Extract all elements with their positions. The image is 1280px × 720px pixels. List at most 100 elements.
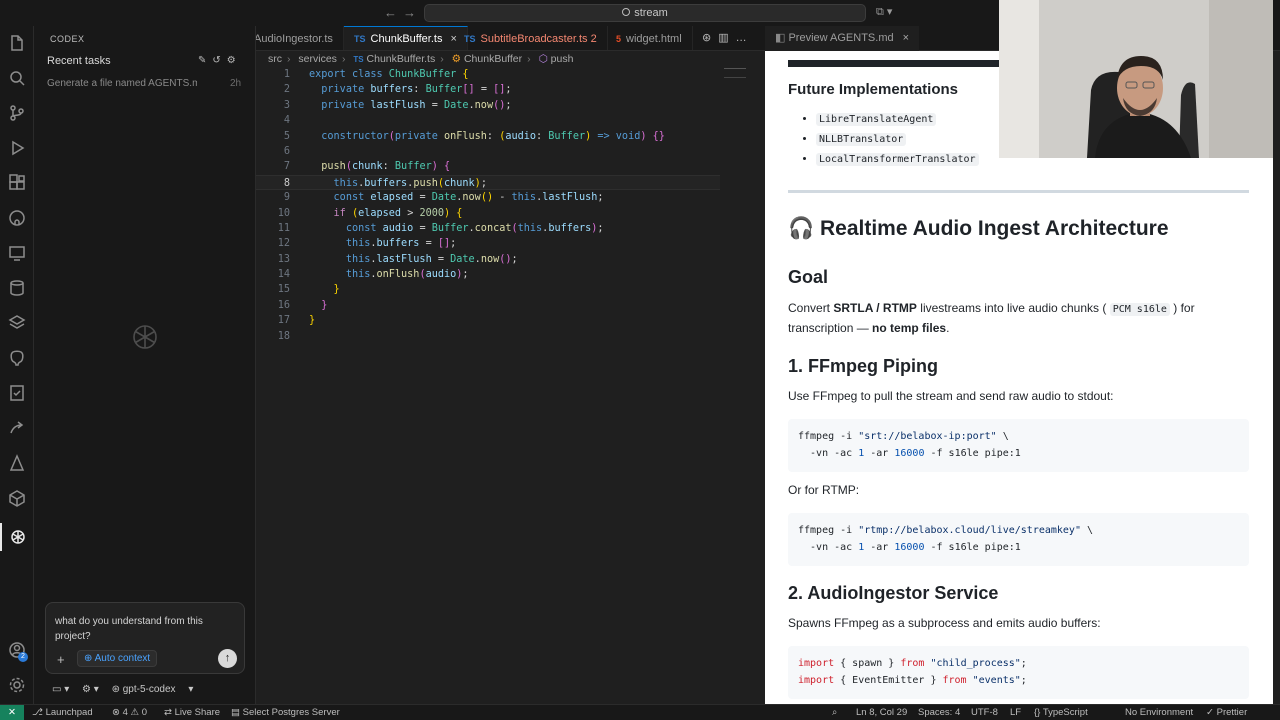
code-line: 2 private buffers: Buffer[] = []; <box>283 84 512 96</box>
recent-tasks-title: Recent tasks <box>47 55 111 67</box>
list-item: NLLBTranslator <box>816 131 979 148</box>
environment-item[interactable]: No Environment <box>1125 707 1193 718</box>
explorer-icon[interactable] <box>0 29 34 57</box>
audioingestor-paragraph: Spawns FFmpeg as a subprocess and emits … <box>788 616 1101 630</box>
code-line: 14 this.onFlush(audio); <box>277 269 469 281</box>
chat-input-box[interactable]: what do you understand from this project… <box>45 602 245 674</box>
settings-icon[interactable]: ⚙ <box>227 55 242 66</box>
list-item: LocalTransformerTranslator <box>816 151 979 168</box>
code-line: 5 constructor(private onFlush: (audio: B… <box>283 130 665 142</box>
code-line: 17} <box>277 315 316 327</box>
task-item[interactable]: Generate a file named AGENTS.md t... <box>47 78 197 89</box>
indentation-item[interactable]: Spaces: 4 <box>918 707 960 718</box>
account-icon[interactable]: 2 <box>0 636 34 664</box>
code-editor[interactable]: 1 export class ChunkBuffer { 2 private bu… <box>256 67 756 344</box>
zoom-icon[interactable]: ⌕ <box>832 707 837 718</box>
search-icon <box>622 8 631 16</box>
add-context-icon[interactable]: + <box>57 652 65 667</box>
live-share-icon[interactable] <box>0 414 34 442</box>
editor-tabs: AudioIngestor.ts TS ChunkBuffer.ts × TS Sub… <box>256 26 765 51</box>
model-selector[interactable]: ⊛ gpt-5-codex ▾ <box>112 684 194 695</box>
postgres-server-item[interactable]: ▤ Select Postgres Server <box>231 707 340 718</box>
divider <box>788 190 1249 193</box>
class-icon: ⚙ <box>451 53 462 65</box>
page-title: 🎧 Realtime Audio Ingest Architecture <box>788 217 1169 240</box>
remote-explorer-icon[interactable] <box>0 239 34 267</box>
auto-context-button[interactable]: ⊕ Auto context <box>77 650 158 667</box>
breadcrumb-src[interactable]: src <box>268 53 282 65</box>
code-line: 11 const audio = Buffer.concat(this.buff… <box>277 222 604 234</box>
list-item: LibreTranslateAgent <box>816 111 979 128</box>
codex-icon[interactable] <box>0 523 34 551</box>
back-arrow-icon[interactable]: ← <box>384 5 397 20</box>
container-icon[interactable] <box>0 484 34 512</box>
breadcrumb-file[interactable]: ChunkBuffer.ts <box>367 53 436 65</box>
chat-options: ▭ ▾ ⚙ ▾ ⊛ gpt-5-codex ▾ <box>52 684 203 695</box>
codex-sidebar: CODEX Recent tasks ✎↺⚙ Generate a file n… <box>34 26 256 704</box>
code-line: 10 if (elapsed > 2000) { <box>277 207 463 219</box>
notification-badge: 2 <box>18 652 28 662</box>
approval-icon[interactable]: ⚙ ▾ <box>82 684 99 695</box>
tab-widget-html[interactable]: 5 widget.html <box>606 26 693 50</box>
editor-actions[interactable]: ⊛▥… <box>702 31 754 44</box>
forward-arrow-icon[interactable]: → <box>403 5 416 20</box>
language-mode[interactable]: {} TypeScript <box>1034 707 1088 718</box>
webcam-overlay <box>999 0 1273 158</box>
code-line-current: 8 this.buffers.push(chunk); <box>256 174 720 191</box>
activity-bar: 2 <box>0 26 34 704</box>
close-icon[interactable]: × <box>903 32 909 44</box>
ffmpeg-paragraph: Use FFmpeg to pull the stream and send r… <box>788 389 1114 403</box>
launchpad-item[interactable]: ⎇ Launchpad <box>32 707 93 718</box>
cursor-position[interactable]: Ln 8, Col 29 <box>856 707 907 718</box>
eol-item[interactable]: LF <box>1010 707 1021 718</box>
extensions-icon[interactable] <box>0 169 34 197</box>
code-line: 15 } <box>277 284 340 296</box>
tab-subtitlebroadcaster[interactable]: TS SubtitleBroadcaster.ts 2 <box>454 26 608 50</box>
monitor-icon[interactable]: ▭ ▾ <box>52 684 69 695</box>
code-line: 6 <box>283 145 290 157</box>
future-list: LibreTranslateAgent NLLBTranslator Local… <box>802 111 979 171</box>
breadcrumb-services[interactable]: services <box>298 53 337 65</box>
postgres-icon[interactable] <box>0 344 34 372</box>
github-icon[interactable] <box>0 204 34 232</box>
source-control-icon[interactable] <box>0 99 34 127</box>
code-line: 4 <box>283 115 290 127</box>
sidebar-toolbar: ✎↺⚙ <box>198 55 242 66</box>
history-icon[interactable]: ↺ <box>212 55 226 66</box>
run-debug-icon[interactable] <box>0 134 34 162</box>
breadcrumb: src › services › TS ChunkBuffer.ts › ⚙ Chun… <box>268 53 574 65</box>
tab-audioingestor[interactable]: AudioIngestor.ts <box>256 26 344 50</box>
code-line: 13 this.lastFlush = Date.now(); <box>277 253 518 265</box>
breadcrumb-method[interactable]: push <box>551 53 574 65</box>
status-bar: ✕ ⎇ Launchpad ⊗ 4 ⚠ 0 ⇄ Live Share ▤ Sel… <box>0 704 1280 720</box>
command-center-search[interactable]: stream <box>424 4 866 22</box>
new-task-icon[interactable]: ✎ <box>198 55 212 66</box>
minimap[interactable] <box>724 68 746 78</box>
goal-heading: Goal <box>788 267 829 287</box>
openai-logo-icon <box>133 325 157 349</box>
ffmpeg-piping-heading: 1. FFmpeg Piping <box>788 356 939 376</box>
deploy-icon[interactable] <box>0 449 34 477</box>
checklist-icon[interactable] <box>0 379 34 407</box>
code-block-import: import { spawn } from "child_process"; i… <box>788 646 1249 699</box>
problems-indicator[interactable]: ⊗ 4 ⚠ 0 <box>112 707 147 718</box>
tab-preview-agents[interactable]: ◧ Preview AGENTS.md × <box>765 26 920 51</box>
copilot-icon[interactable]: ⧉ ▾ <box>876 5 892 19</box>
task-timestamp: 2h <box>230 78 242 89</box>
search-icon[interactable] <box>0 64 34 92</box>
prettier-item[interactable]: ✓ Prettier <box>1206 707 1247 718</box>
database-icon[interactable] <box>0 274 34 302</box>
chat-input[interactable]: what do you understand from this project… <box>55 614 225 644</box>
send-button[interactable]: ↑ <box>218 649 237 668</box>
encoding-item[interactable]: UTF-8 <box>971 707 998 718</box>
code-line: 16 } <box>277 299 328 311</box>
method-icon: ⬡ <box>538 53 548 65</box>
layers-icon[interactable] <box>0 309 34 337</box>
settings-gear-icon[interactable] <box>0 671 34 699</box>
remote-indicator-icon[interactable]: ✕ <box>0 705 24 720</box>
live-share-item[interactable]: ⇄ Live Share <box>164 707 220 718</box>
html-icon: 5 <box>616 33 622 44</box>
tab-chunkbuffer[interactable]: TS ChunkBuffer.ts × <box>344 26 468 50</box>
breadcrumb-class[interactable]: ChunkBuffer <box>464 53 522 65</box>
code-line: 1 export class ChunkBuffer { <box>283 69 469 80</box>
